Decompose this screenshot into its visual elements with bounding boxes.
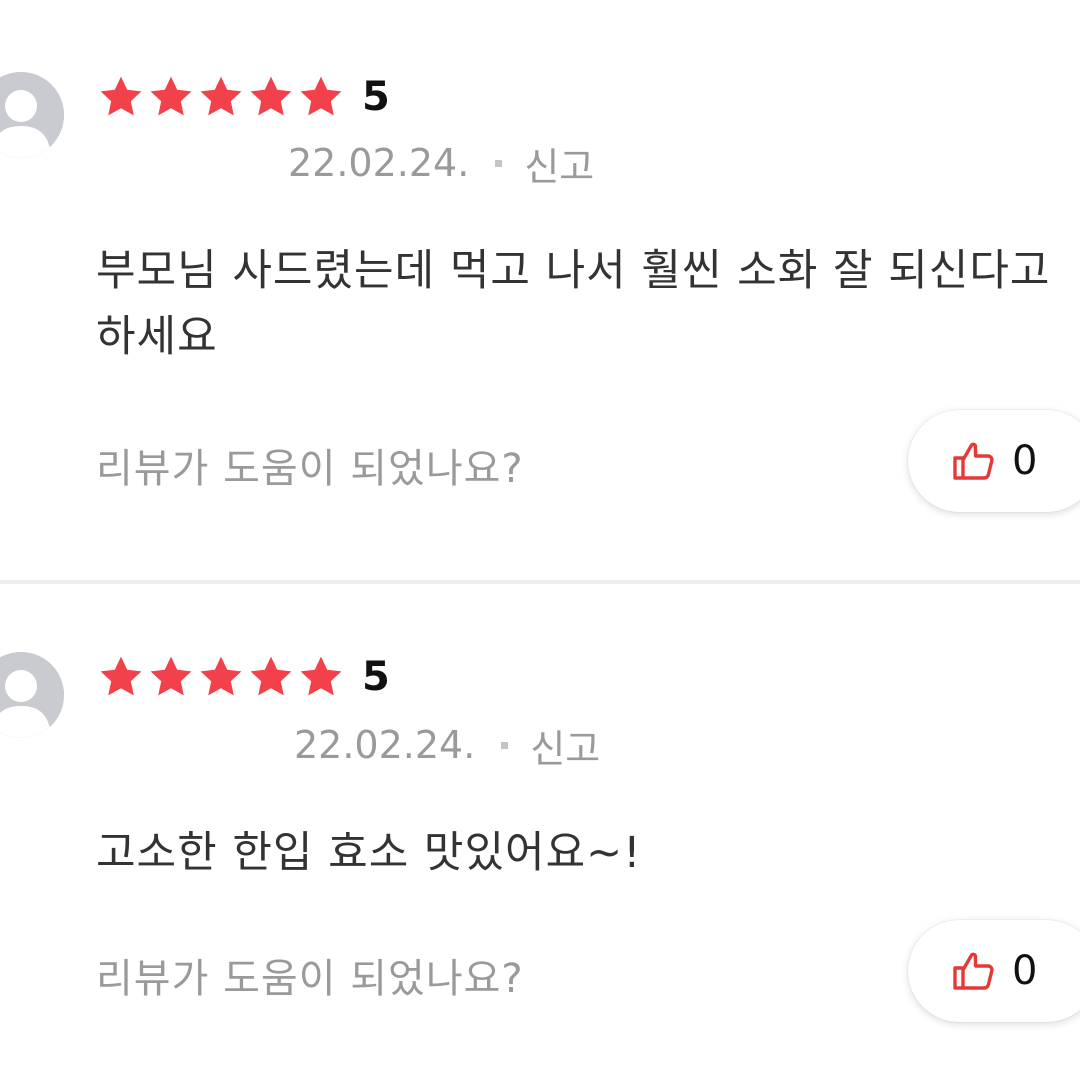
helpful-question: 리뷰가 도움이 되었나요? [96, 956, 524, 1002]
like-count: 0 [1012, 438, 1038, 484]
star-icon [300, 76, 342, 116]
thumbs-up-icon [953, 442, 994, 480]
rating: 5 [96, 72, 390, 122]
helpful-row: 리뷰가 도움이 되었나요? 0 [96, 410, 1080, 516]
star-icon [200, 656, 242, 696]
star-icon [150, 76, 192, 116]
rating-value: 5 [362, 654, 390, 700]
star-icon [200, 76, 242, 116]
review-divider [0, 580, 1080, 584]
like-button[interactable]: 0 [908, 920, 1080, 1022]
review-list: 5 22.02.24. 신고 부모님 사드렸는데 먹고 나서 훨씬 소화 잘 되… [0, 0, 1080, 1080]
helpful-row: 리뷰가 도움이 되었나요? 0 [96, 920, 1080, 1026]
review-meta: 22.02.24. 신고 [288, 136, 594, 191]
star-icon [150, 656, 192, 696]
helpful-question: 리뷰가 도움이 되었나요? [96, 446, 524, 492]
rating-value: 5 [362, 74, 390, 120]
thumbs-up-icon [953, 952, 994, 990]
star-rating [96, 73, 346, 121]
star-icon [100, 656, 142, 696]
user-avatar-icon [0, 652, 64, 738]
review-meta: 22.02.24. 신고 [294, 718, 600, 773]
star-icon [100, 76, 142, 116]
like-count: 0 [1012, 948, 1038, 994]
like-button[interactable]: 0 [908, 410, 1080, 512]
review-item: 5 22.02.24. 신고 고소한 한입 효소 맛있어요~! 리뷰가 도움이 … [0, 586, 1080, 1080]
star-icon [250, 76, 292, 116]
user-avatar-icon [0, 72, 64, 158]
review-item: 5 22.02.24. 신고 부모님 사드렸는데 먹고 나서 훨씬 소화 잘 되… [0, 0, 1080, 582]
star-icon [250, 656, 292, 696]
star-rating [96, 653, 346, 701]
star-icon [300, 656, 342, 696]
review-text: 부모님 사드렸는데 먹고 나서 훨씬 소화 잘 되신다고 하세요 [96, 246, 1051, 362]
report-link[interactable]: 신고 [530, 718, 600, 773]
separator-dot [495, 159, 503, 167]
separator-dot [501, 741, 509, 749]
report-link[interactable]: 신고 [524, 136, 594, 191]
review-text: 고소한 한입 효소 맛있어요~! [96, 828, 642, 878]
review-date: 22.02.24. [294, 723, 476, 767]
review-date: 22.02.24. [288, 141, 470, 185]
rating: 5 [96, 652, 390, 702]
